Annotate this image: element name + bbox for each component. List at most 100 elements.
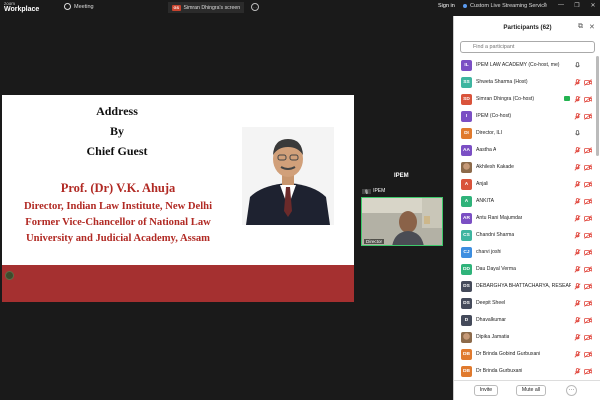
participant-row[interactable]: DD Dau Dayal Verma: [454, 261, 600, 278]
participant-avatar: CJ: [461, 247, 472, 258]
participant-avatar: DD: [461, 264, 472, 275]
participant-avatar: DI: [461, 128, 472, 139]
participant-avatar: A: [461, 196, 472, 207]
participant-row[interactable]: DS Deepit Sheel: [454, 295, 600, 312]
mic-muted-icon[interactable]: [574, 147, 581, 154]
more-options-button[interactable]: ···: [566, 385, 577, 396]
mic-muted-icon[interactable]: [574, 300, 581, 307]
participant-avatar: DB: [461, 349, 472, 360]
participant-avatar: A: [461, 179, 472, 190]
video-off-icon[interactable]: [584, 79, 592, 86]
participant-list-scrollbar[interactable]: [596, 56, 599, 156]
invite-button[interactable]: Invite: [474, 385, 498, 396]
participant-avatar: DB: [461, 366, 472, 377]
popout-icon[interactable]: ⧉: [578, 23, 583, 31]
participant-row[interactable]: SD Simran Dhingra (Co-host): [454, 91, 600, 108]
mic-muted-icon[interactable]: [574, 351, 581, 358]
participant-row[interactable]: AA Aastha A: [454, 142, 600, 159]
mic-muted-icon[interactable]: [574, 215, 581, 222]
video-off-icon[interactable]: [584, 198, 592, 205]
participant-row[interactable]: DB Dr Brinda Gurbuxani: [454, 363, 600, 380]
participant-name: Director, ILI: [476, 130, 503, 136]
screen-share-tab[interactable]: GS Simran Dhingra's screen: [168, 2, 245, 13]
participant-avatar: I: [461, 111, 472, 122]
mic-muted-icon[interactable]: [574, 283, 581, 290]
maximize-icon[interactable]: ❐: [572, 2, 582, 9]
video-off-icon[interactable]: [584, 300, 592, 307]
video-off-icon[interactable]: [584, 181, 592, 188]
video-off-icon[interactable]: [584, 266, 592, 273]
mic-icon[interactable]: [574, 62, 581, 69]
participant-row[interactable]: DS DEBARGHYA BHATTACHARYA, RESEARCH...: [454, 278, 600, 295]
participant-row[interactable]: CS Chandni Sharma: [454, 227, 600, 244]
video-off-icon[interactable]: [584, 368, 592, 375]
video-off-icon[interactable]: [584, 317, 592, 324]
participant-row[interactable]: IL IPEM LAW ACADEMY (Co-host, me): [454, 57, 600, 74]
participant-row[interactable]: A ANKITA: [454, 193, 600, 210]
mic-muted-icon[interactable]: [574, 198, 581, 205]
participants-footer: Invite Mute all ···: [454, 380, 600, 400]
participant-row[interactable]: A Anjali: [454, 176, 600, 193]
screen-share-label: Simran Dhingra's screen: [183, 4, 241, 11]
more-options-icon[interactable]: …: [251, 3, 259, 11]
mic-muted-icon[interactable]: [574, 164, 581, 171]
video-off-icon[interactable]: [584, 215, 592, 222]
video-off-icon[interactable]: [584, 283, 592, 290]
participant-name: Aastha A: [476, 147, 497, 153]
live-streaming-indicator[interactable]: Custom Live Streaming Service: [463, 3, 547, 9]
participant-row[interactable]: DI Director, ILI: [454, 125, 600, 142]
participant-name: Shweta Sharma (Host): [476, 79, 528, 85]
live-dot-icon: [463, 4, 467, 8]
participant-row[interactable]: I IPEM (Co-host): [454, 108, 600, 125]
participant-video[interactable]: Director: [361, 197, 443, 246]
participant-avatar: D: [461, 315, 472, 326]
participant-row[interactable]: DJ Dipika Jamatia: [454, 329, 600, 346]
meeting-tab[interactable]: Meeting: [64, 3, 94, 10]
participant-row[interactable]: DB Dr Brinda Gobind Gurbuxani: [454, 346, 600, 363]
sign-in-link[interactable]: Sign in: [438, 3, 455, 9]
video-off-icon[interactable]: [584, 351, 592, 358]
video-off-icon[interactable]: [584, 249, 592, 256]
meeting-gear-icon: [64, 3, 71, 10]
mic-muted-icon[interactable]: [574, 79, 581, 86]
mic-muted-icon[interactable]: [574, 96, 581, 103]
mic-icon[interactable]: [574, 130, 581, 137]
mic-muted-icon[interactable]: [574, 181, 581, 188]
video-tag: 🎙 IPEM: [362, 188, 385, 194]
presenter-chip-icon[interactable]: [5, 271, 14, 280]
video-off-icon[interactable]: [584, 113, 592, 120]
close-panel-icon[interactable]: ✕: [589, 23, 595, 31]
participant-name: Anjali: [476, 181, 489, 187]
zoom-logo: zoom Workplace: [4, 1, 39, 13]
participant-row[interactable]: CJ charvi joshi: [454, 244, 600, 261]
minimize-icon[interactable]: —: [556, 2, 566, 8]
mic-muted-icon[interactable]: [574, 368, 581, 375]
participant-name: Deepit Sheel: [476, 300, 506, 306]
participant-row[interactable]: SS Shweta Sharma (Host): [454, 74, 600, 91]
participant-name: Dr Brinda Gobind Gurbuxani: [476, 351, 541, 357]
guest-designation-line: University and Judicial Academy, Assam: [26, 233, 210, 244]
mic-muted-icon[interactable]: [574, 266, 581, 273]
video-off-icon[interactable]: [584, 147, 592, 154]
participant-avatar: DS: [461, 298, 472, 309]
video-off-icon[interactable]: [584, 334, 592, 341]
mute-all-button[interactable]: Mute all: [516, 385, 546, 396]
video-off-icon[interactable]: [584, 96, 592, 103]
participant-row[interactable]: AK Akhilesh Kakade: [454, 159, 600, 176]
participant-name: Akhilesh Kakade: [476, 164, 514, 170]
mic-muted-icon[interactable]: [574, 334, 581, 341]
mic-muted-icon[interactable]: [574, 232, 581, 239]
video-off-icon[interactable]: [584, 232, 592, 239]
guest-designation-line: Former Vice-Chancellor of National Law: [25, 217, 211, 228]
collapse-icon[interactable]: ⌃: [540, 2, 550, 9]
participant-name: Simran Dhingra (Co-host): [476, 96, 535, 102]
mic-muted-icon[interactable]: [574, 249, 581, 256]
participant-search-input[interactable]: [460, 41, 595, 53]
mic-muted-icon[interactable]: [574, 317, 581, 324]
participant-row[interactable]: D Dhavalkumar: [454, 312, 600, 329]
video-off-icon[interactable]: [584, 164, 592, 171]
close-window-icon[interactable]: ✕: [588, 2, 598, 9]
participant-row[interactable]: AR Antu Rani Majumdar: [454, 210, 600, 227]
mic-muted-icon[interactable]: [574, 113, 581, 120]
participant-avatar: CS: [461, 230, 472, 241]
